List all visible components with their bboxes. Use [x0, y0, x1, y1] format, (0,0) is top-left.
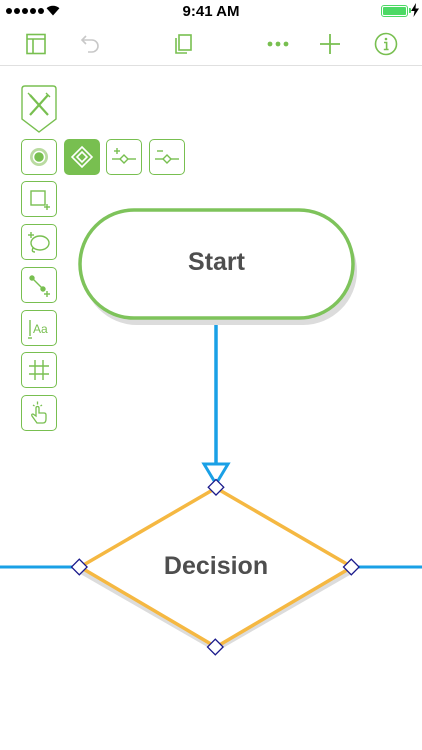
drawing-tools-icon	[21, 85, 57, 133]
add-connection-in-icon	[112, 148, 136, 164]
line-tool-button[interactable]	[21, 267, 57, 303]
shape-tool-icon	[30, 190, 50, 210]
add-connection-out-icon	[155, 150, 179, 164]
style-tool-button[interactable]	[21, 139, 57, 175]
grid-tool-button[interactable]	[21, 352, 57, 388]
decision-label: Decision	[163, 552, 269, 580]
diagram-canvas[interactable]	[0, 0, 422, 750]
selection-tool-button[interactable]	[64, 139, 100, 175]
style-tool-icon	[30, 148, 48, 166]
selection-tool-icon	[70, 145, 94, 169]
text-tool-button[interactable]: Aa	[21, 310, 57, 346]
text-tool-icon: Aa	[28, 320, 48, 339]
touch-tool-icon	[31, 401, 47, 424]
add-connection-in-button[interactable]	[106, 139, 142, 175]
grid-tool-icon	[29, 360, 49, 380]
lasso-tool-icon	[28, 232, 50, 253]
drawing-tools-button[interactable]	[20, 85, 58, 133]
add-connection-out-button[interactable]	[149, 139, 185, 175]
line-tool-icon	[29, 275, 50, 297]
start-label: Start	[188, 248, 245, 276]
svg-text:Aa: Aa	[33, 322, 48, 336]
shape-tool-button[interactable]	[21, 181, 57, 217]
lasso-tool-button[interactable]	[21, 224, 57, 260]
touch-tool-button[interactable]	[21, 395, 57, 431]
